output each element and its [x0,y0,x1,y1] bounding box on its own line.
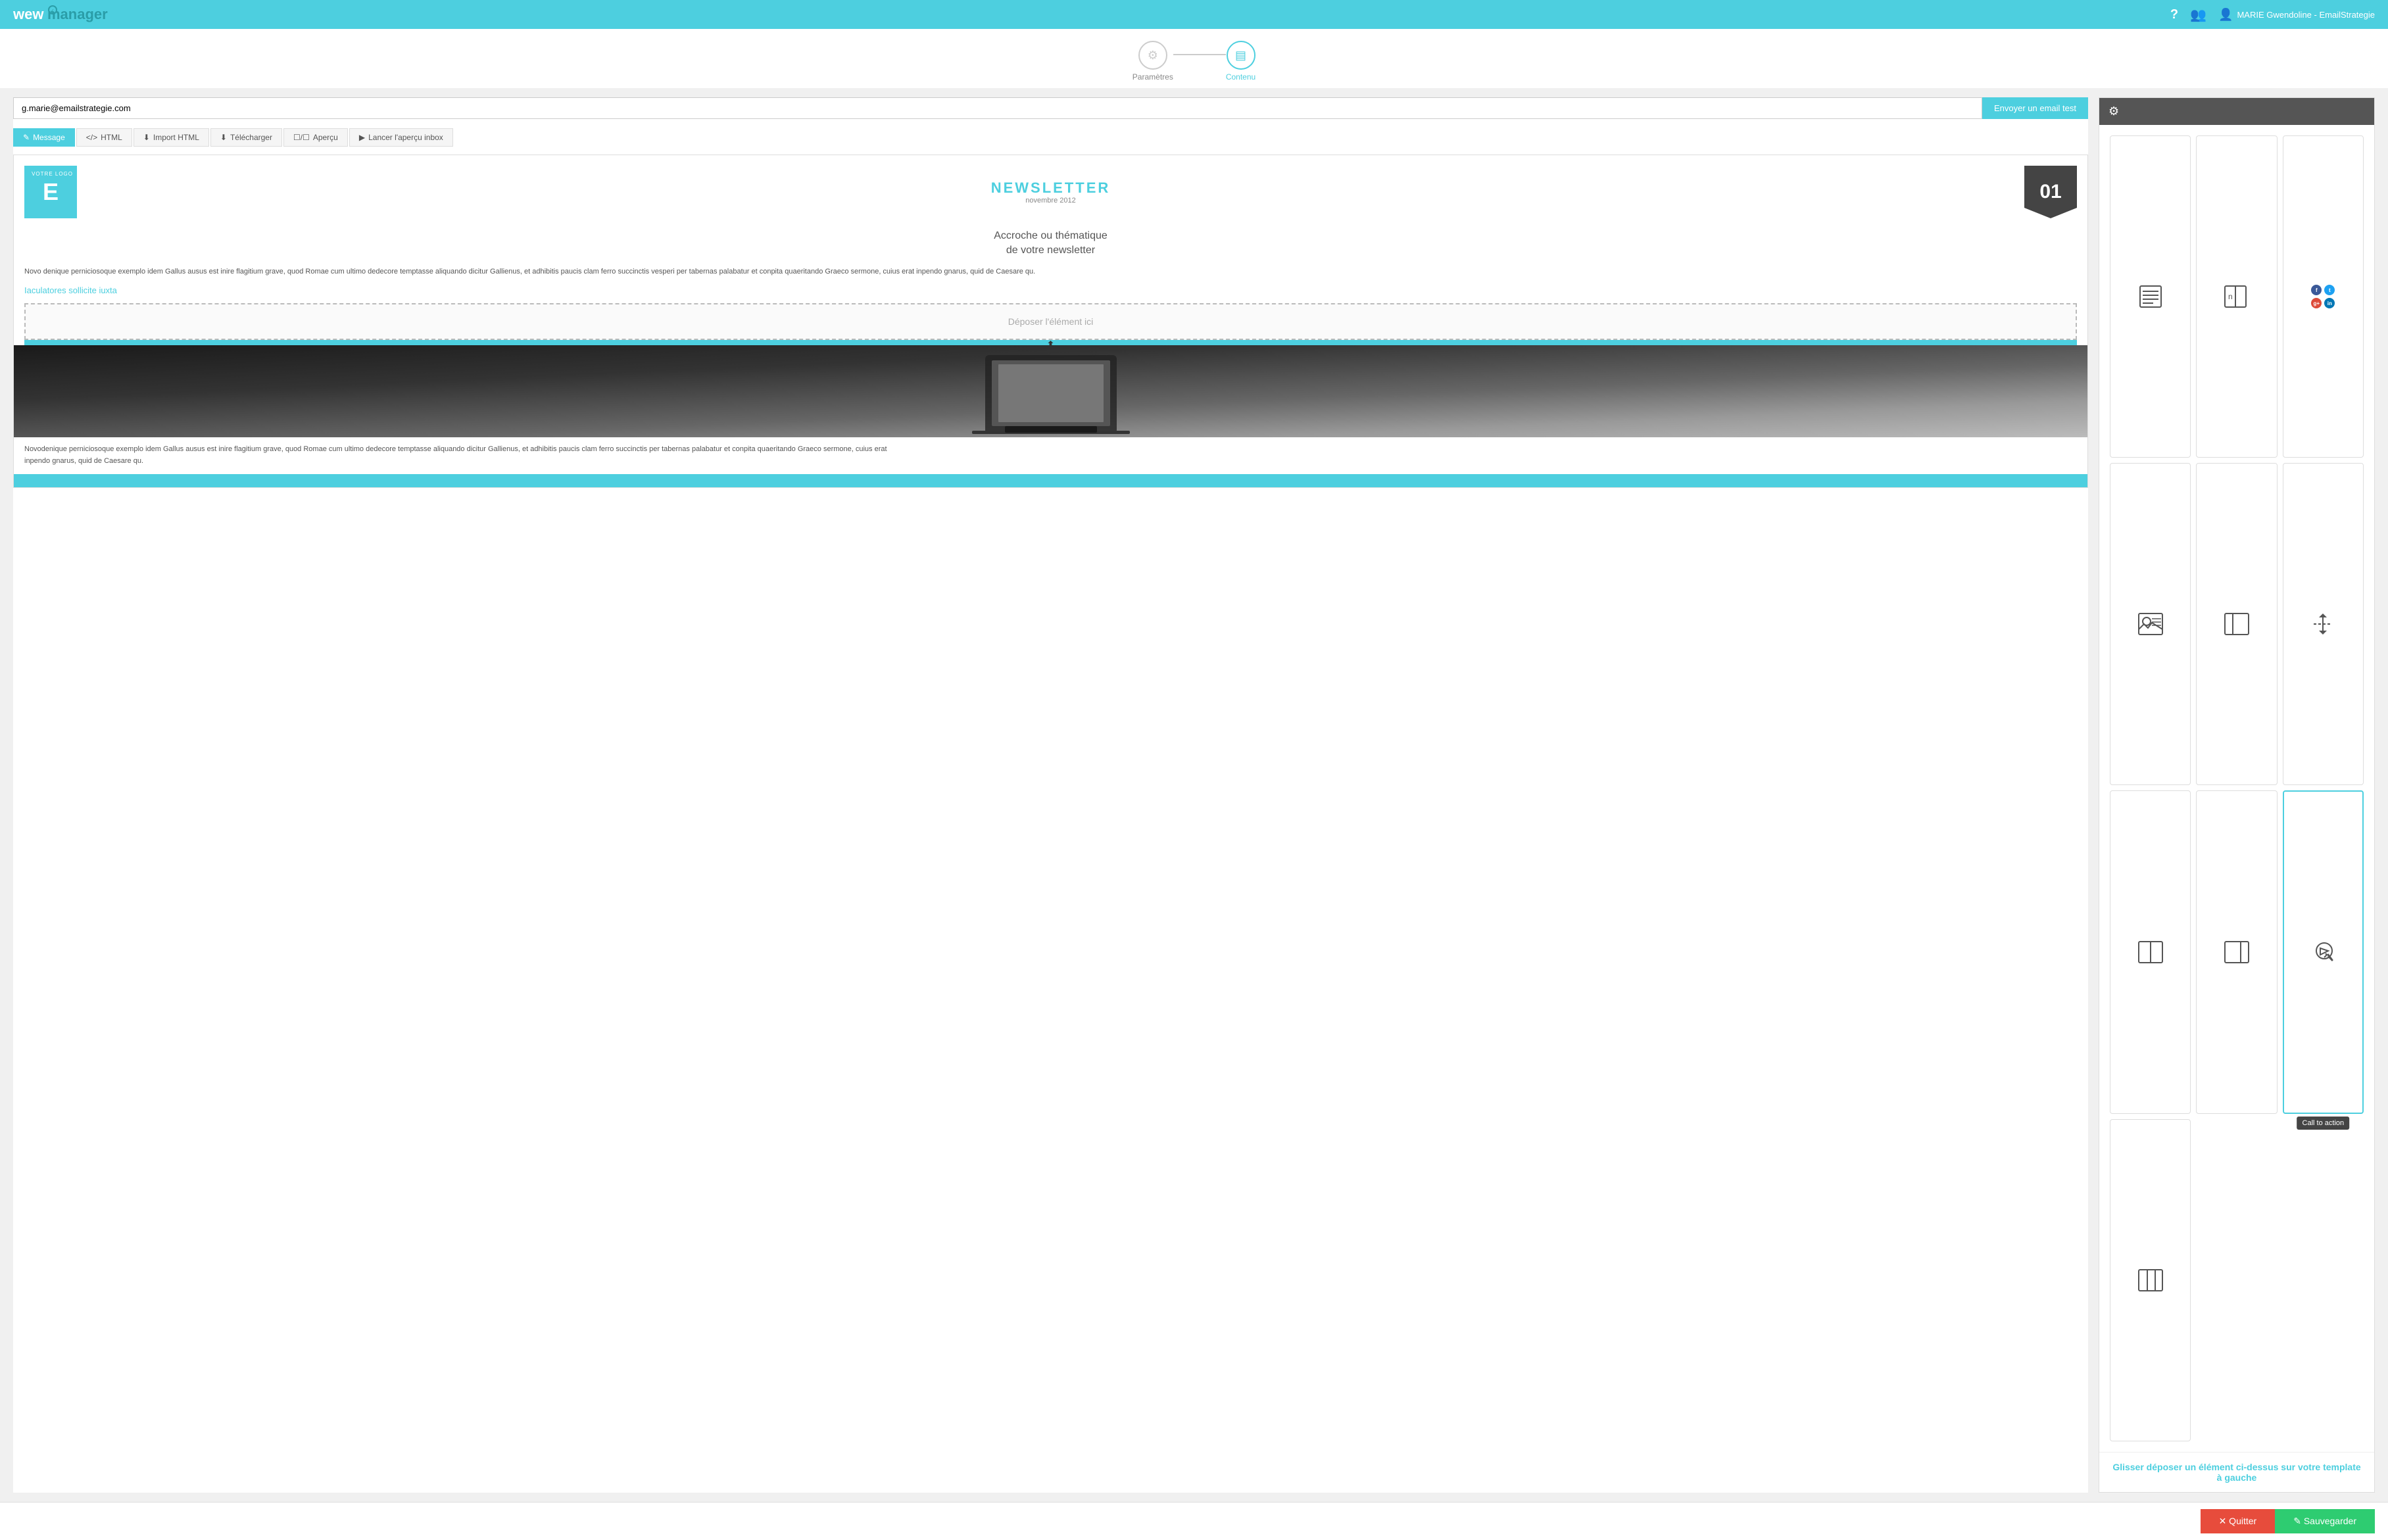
elements-grid: n f t g+ in [2099,125,2374,1452]
laptop-svg [965,349,1136,434]
main-content: Envoyer un email test ✎ Message </> HTML… [0,88,2388,1502]
element-resize[interactable] [2283,463,2364,785]
apercu-icon: ☐/☐ [293,133,310,142]
google-icon: g+ [2311,298,2322,308]
newsletter-preview: E VOTRE LOGO NEWSLETTER novembre 2012 01… [13,155,2088,488]
logo: wew manager ✓ [13,5,112,24]
newsletter-image [14,345,2087,437]
one-col-sidebar-icon [2224,611,2250,637]
svg-text:n: n [2228,292,2233,301]
svg-text:✓: ✓ [50,8,55,14]
element-social[interactable]: f t g+ in [2283,135,2364,458]
newsletter-logo: E VOTRE LOGO [24,166,77,218]
tab-import-html[interactable]: ⬇ Import HTML [134,128,209,147]
call-to-action-tooltip: Call to action [2297,1117,2350,1130]
users-icon[interactable]: 👥 [2190,7,2206,23]
tab-html[interactable]: </> HTML [76,128,132,147]
newsletter-title-area: NEWSLETTER novembre 2012 [77,180,2024,205]
tab-lancer-apercu[interactable]: ▶ Lancer l'aperçu inbox [349,128,453,147]
help-icon[interactable]: ? [2170,7,2178,22]
drop-zone[interactable]: Déposer l'élément ici [24,303,2077,340]
element-image-text[interactable] [2110,463,2191,785]
newsletter-bottom-text: Novodenique perniciosoque exemplo idem G… [14,437,2087,473]
drop-zone-bar[interactable]: ⬆ 500 521 [24,340,2077,345]
user-avatar-icon: 👤 [2218,8,2233,22]
image-text-icon [2137,611,2164,637]
newsletter-title: NEWSLETTER [77,180,2024,197]
twitter-icon: t [2324,285,2335,295]
tab-message[interactable]: ✎ Message [13,128,75,147]
drop-hint: Glisser déposer un élément ci-dessus sur… [2099,1452,2374,1492]
call-to-action-icon [2310,939,2336,965]
tab-apercu[interactable]: ☐/☐ Aperçu [283,128,348,147]
toolbar-tabs: ✎ Message </> HTML ⬇ Import HTML ⬇ Téléc… [13,128,2088,147]
facebook-icon: f [2311,285,2322,295]
import-icon: ⬇ [143,133,150,142]
drop-zone-text: Déposer l'élément ici [1008,316,1094,327]
send-test-email-button[interactable]: Envoyer un email test [1982,97,2088,119]
user-info: 👤 MARIE Gwendoline - EmailStrategie [2218,8,2375,22]
element-call-to-action[interactable]: Call to action [2283,790,2364,1114]
two-col-c-icon [2224,939,2250,965]
stepper: ⚙ Paramètres ▤ Contenu [0,29,2388,88]
element-one-col-sidebar[interactable] [2196,463,2277,785]
element-two-col[interactable]: n [2196,135,2277,458]
right-panel-header: ⚙ [2099,98,2374,125]
newsletter-link[interactable]: Iaculatores sollicite iuxta [14,284,2087,303]
right-panel: ⚙ n [2099,97,2375,1493]
votre-logo-text: VOTRE LOGO [32,171,73,177]
logo-letter: E [43,178,59,206]
step-parametres-circle: ⚙ [1138,41,1167,70]
newsletter-issue: 01 [2024,166,2077,218]
download-icon: ⬇ [220,133,227,142]
newsletter-body-text: Novo denique perniciosoque exemplo idem … [14,266,2087,285]
three-col-icon [2137,1267,2164,1293]
newsletter-header: E VOTRE LOGO NEWSLETTER novembre 2012 01 [14,155,2087,225]
nav-right: ? 👥 👤 MARIE Gwendoline - EmailStrategie [2170,7,2375,23]
newsletter-footer [14,474,2087,487]
social-icons-group: f t g+ in [2311,285,2335,308]
bottom-bar: ✕ Quitter ✎ Sauvegarder [0,1502,2388,1540]
email-test-input[interactable] [13,97,1982,119]
left-panel: Envoyer un email test ✎ Message </> HTML… [13,97,2088,1493]
two-col-icon: n [2224,283,2250,310]
element-three-col[interactable] [2110,1119,2191,1441]
settings-icon: ⚙ [2108,105,2119,118]
step-contenu-label: Contenu [1226,72,1255,82]
step-parametres[interactable]: ⚙ Paramètres [1133,41,1173,82]
linkedin-icon: in [2324,298,2335,308]
resize-icon [2310,611,2336,637]
save-button[interactable]: ✎ Sauvegarder [2275,1509,2375,1533]
newsletter-month: novembre 2012 [77,197,2024,205]
step-contenu[interactable]: ▤ Contenu [1226,41,1255,82]
text-block-icon [2137,283,2164,310]
message-icon: ✎ [23,133,30,142]
tab-telecharger[interactable]: ⬇ Télécharger [210,128,282,147]
top-navigation: wew manager ✓ ? 👥 👤 MARIE Gwendoline - E… [0,0,2388,29]
user-name: MARIE Gwendoline - EmailStrategie [2237,10,2375,20]
element-text-block[interactable] [2110,135,2191,458]
play-icon: ▶ [359,133,365,142]
step-contenu-circle: ▤ [1227,41,1255,70]
element-two-col-c[interactable] [2196,790,2277,1114]
svg-text:wew: wew [13,6,44,22]
email-test-bar: Envoyer un email test [13,97,2088,119]
step-connector [1173,54,1226,55]
step-parametres-label: Paramètres [1133,72,1173,82]
laptop-image [14,345,2087,437]
element-two-col-b[interactable] [2110,790,2191,1114]
newsletter-accroche: Accroche ou thématique de votre newslett… [14,225,2087,266]
issue-number: 01 [2039,181,2061,203]
quit-button[interactable]: ✕ Quitter [2201,1509,2276,1533]
html-icon: </> [86,133,97,142]
two-col-b-icon [2137,939,2164,965]
